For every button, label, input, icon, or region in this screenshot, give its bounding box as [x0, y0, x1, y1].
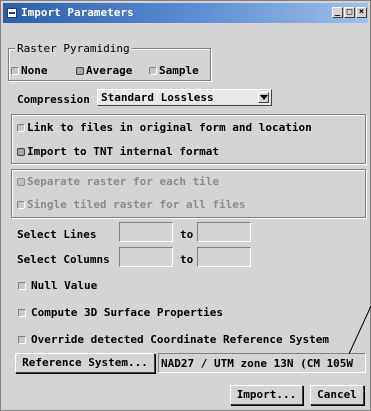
select-lines-to-field[interactable]	[197, 222, 251, 242]
compute-3d-label: Compute 3D Surface Properties	[31, 306, 224, 319]
compression-label: Compression	[17, 93, 90, 106]
checkbox-indicator	[18, 335, 26, 344]
minimize-button[interactable]: _	[332, 7, 343, 18]
import-parameters-dialog: Import Parameters _ □ × Raster Pyramidin…	[0, 0, 371, 411]
reference-system-value: NAD27 / UTM zone 13N (CM 105W	[158, 353, 366, 373]
pyramid-average-radio[interactable]: Average	[76, 64, 132, 77]
link-files-label: Link to files in original form and locat…	[27, 121, 312, 134]
null-value-label: Null Value	[31, 279, 98, 292]
select-lines-label: Select Lines	[17, 228, 97, 241]
override-crs-label: Override detected Coordinate Reference S…	[31, 333, 330, 346]
link-files-radio[interactable]: Link to files in original form and locat…	[17, 121, 312, 134]
separate-raster-label: Separate raster for each tile	[27, 175, 220, 188]
pyramid-none-label: None	[21, 64, 48, 77]
window-menu-icon[interactable]	[7, 8, 17, 18]
select-lines-from-field[interactable]	[119, 222, 173, 242]
close-button[interactable]: ×	[356, 7, 367, 18]
window-title: Import Parameters	[21, 6, 134, 19]
select-columns-label: Select Columns	[17, 253, 110, 266]
compression-select[interactable]: Standard Lossless	[97, 89, 272, 106]
import-button[interactable]: Import...	[230, 385, 303, 405]
maximize-button[interactable]: □	[344, 7, 355, 18]
radio-indicator-disabled	[17, 200, 25, 209]
pyramid-none-radio[interactable]: None	[11, 64, 48, 77]
radio-indicator	[11, 66, 19, 75]
compression-value: Standard Lossless	[101, 91, 214, 104]
radio-indicator-selected	[17, 147, 25, 156]
checkbox-indicator	[18, 281, 26, 290]
raster-pyramiding-legend: Raster Pyramiding	[15, 42, 132, 55]
null-value-checkbox[interactable]: Null Value	[18, 279, 97, 292]
select-columns-to-field[interactable]	[197, 247, 251, 267]
callout-line	[348, 306, 371, 355]
select-lines-to-label: to	[180, 228, 194, 241]
reference-system-button[interactable]: Reference System...	[15, 353, 155, 373]
radio-indicator-selected	[76, 66, 84, 75]
select-columns-from-field[interactable]	[119, 247, 173, 267]
reference-system-text: NAD27 / UTM zone 13N (CM 105W	[161, 357, 354, 370]
pyramid-sample-radio[interactable]: Sample	[149, 64, 199, 77]
pyramid-sample-label: Sample	[159, 64, 199, 77]
single-tiled-radio[interactable]: Single tiled raster for all files	[17, 198, 246, 211]
compute-3d-checkbox[interactable]: Compute 3D Surface Properties	[18, 306, 223, 319]
cancel-button[interactable]: Cancel	[310, 385, 364, 405]
select-columns-to-label: to	[180, 253, 194, 266]
import-tnt-radio[interactable]: Import to TNT internal format	[17, 145, 219, 158]
radio-indicator-disabled	[17, 177, 25, 186]
single-tiled-label: Single tiled raster for all files	[27, 198, 246, 211]
pyramid-average-label: Average	[86, 64, 133, 77]
checkbox-indicator	[18, 308, 26, 317]
separate-raster-radio[interactable]: Separate raster for each tile	[17, 175, 219, 188]
radio-indicator	[149, 66, 157, 75]
chevron-down-icon	[258, 92, 269, 103]
title-bar[interactable]: Import Parameters _ □ ×	[3, 3, 368, 23]
radio-indicator	[17, 123, 25, 132]
import-tnt-label: Import to TNT internal format	[27, 145, 220, 158]
override-crs-checkbox[interactable]: Override detected Coordinate Reference S…	[18, 333, 329, 346]
